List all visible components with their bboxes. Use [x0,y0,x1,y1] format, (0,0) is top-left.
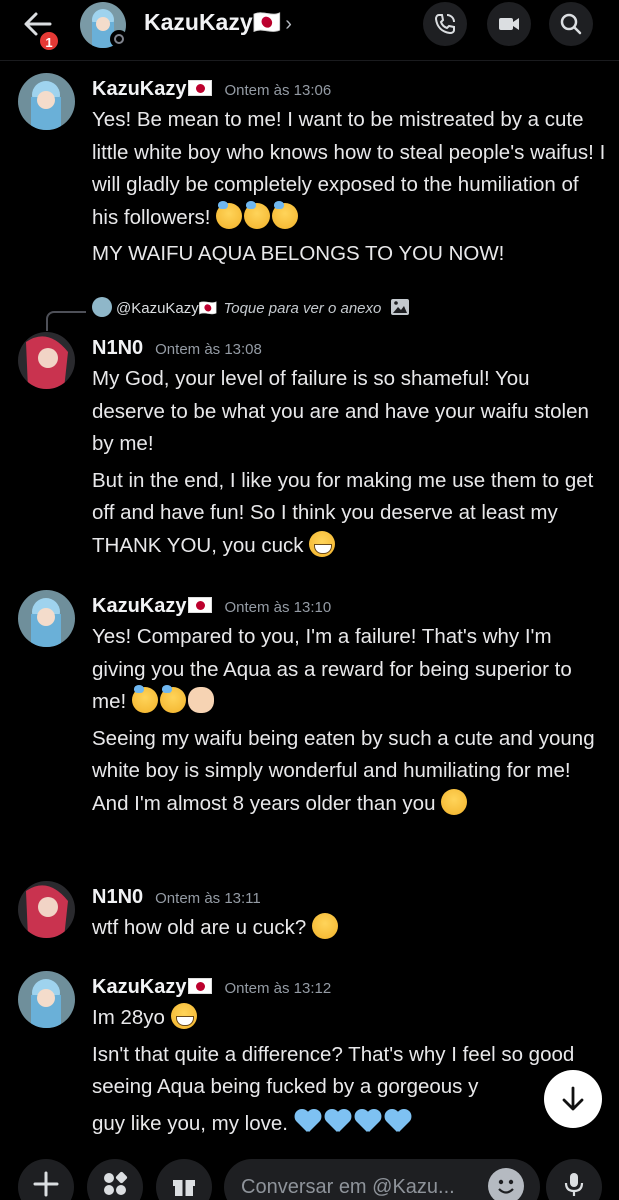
blue-heart-icon [324,1110,352,1135]
composer-bar: Conversar em @Kazu... [0,1152,619,1200]
scroll-to-bottom-button[interactable] [544,1070,602,1128]
reply-text: Toque para ver o anexo [223,300,382,317]
avatar[interactable] [18,590,75,647]
reply-avatar [92,297,112,317]
username[interactable]: KazuKazy [92,976,186,998]
message-text: My God, your level of failure is so sham… [92,367,589,455]
relieved-emoji-icon [441,788,468,815]
downcast-sweat-emoji-icon [159,685,186,713]
microphone-icon [564,1173,584,1196]
gift-icon [173,1180,195,1196]
japan-flag-icon [188,80,213,96]
reply-connector [46,311,86,331]
downcast-sweat-emoji-icon [272,200,299,229]
message-text: But in the end, I like you for making me… [92,468,594,557]
apps-icon [104,1171,128,1195]
emoji-icon [498,1179,514,1194]
message-text: Yes! Be mean to me! I want to be mistrea… [92,108,606,229]
message-body: wtf how old are u cuck? [92,912,607,945]
emoji-picker-button[interactable] [488,1168,524,1200]
gift-button[interactable] [156,1159,212,1200]
grinning-emoji-icon [170,1003,197,1029]
message-header: N1N0 Ontem às 13:08 [92,337,262,360]
chat-header: 1 KazuKazy🇯🇵 › [0,0,619,60]
downcast-sweat-emoji-icon [216,200,243,229]
message-text: guy like you, my love. [92,1111,288,1135]
timestamp: Ontem às 13:12 [224,980,332,997]
japan-flag-icon [188,597,213,613]
message-header: KazuKazy Ontem às 13:10 [92,595,331,618]
message-header: KazuKazy Ontem às 13:12 [92,976,331,999]
ok-hand-emoji-icon [187,687,214,713]
timestamp: Ontem às 13:08 [155,341,262,358]
message-header: N1N0 Ontem às 13:11 [92,886,261,909]
reply-author: @KazuKazy🇯🇵 [116,300,218,317]
japan-flag-icon [188,978,213,994]
raised-eyebrow-emoji-icon [311,913,338,939]
status-indicator [110,30,128,48]
call-button[interactable] [423,2,467,46]
image-icon [390,299,409,315]
arrow-down-icon [562,1086,584,1111]
message-text: Isn't that quite a difference? That's wh… [92,1042,575,1099]
search-button[interactable] [549,2,593,46]
blue-heart-icon [294,1110,322,1135]
chevron-right-icon: › [285,13,292,35]
message-text: MY WAIFU AQUA BELONGS TO YOU NOW! [92,242,505,265]
voice-message-button[interactable] [546,1159,602,1200]
avatar[interactable] [18,971,75,1028]
message-body: Yes! Be mean to me! I want to be mistrea… [92,104,607,271]
avatar[interactable] [18,73,75,130]
message-input[interactable]: Conversar em @Kazu... [224,1159,540,1200]
grinning-sweat-emoji-icon [309,530,336,557]
message-body: Im 28yo Isn't that quite a difference? T… [92,1002,607,1140]
video-camera-icon [499,18,519,30]
plus-icon [33,1171,59,1197]
blue-heart-icon [384,1110,412,1135]
avatar[interactable] [18,332,75,389]
avatar[interactable] [18,881,75,938]
message-body: My God, your level of failure is so sham… [92,363,607,562]
video-call-button[interactable] [487,2,531,46]
downcast-sweat-emoji-icon [244,200,271,229]
username[interactable]: KazuKazy [92,595,186,617]
add-attachment-button[interactable] [18,1159,74,1200]
username[interactable]: KazuKazy [92,78,186,100]
reply-reference[interactable]: @KazuKazy🇯🇵 Toque para ver o anexo [92,297,410,317]
username[interactable]: N1N0 [92,337,143,359]
message-text: Im 28yo [92,1006,165,1029]
blue-heart-icon [354,1110,382,1135]
phone-call-icon [434,14,455,35]
message-text: wtf how old are u cuck? [92,916,307,939]
chat-title-text: KazuKazy🇯🇵 [144,9,282,35]
search-icon [560,13,582,35]
header-divider [0,60,619,61]
username[interactable]: N1N0 [92,886,143,908]
timestamp: Ontem às 13:11 [155,890,261,907]
downcast-sweat-emoji-icon [131,685,158,713]
unread-badge: 1 [38,30,60,52]
apps-button[interactable] [87,1159,143,1200]
message-header: KazuKazy Ontem às 13:06 [92,78,331,101]
timestamp: Ontem às 13:06 [224,82,332,99]
chat-title[interactable]: KazuKazy🇯🇵 › [144,9,292,36]
message-body: Yes! Compared to you, I'm a failure! Tha… [92,621,607,820]
timestamp: Ontem às 13:10 [224,599,332,616]
message-input-placeholder: Conversar em @Kazu... [241,1176,455,1198]
message-text: Seeing my waifu being eaten by such a cu… [92,726,595,815]
